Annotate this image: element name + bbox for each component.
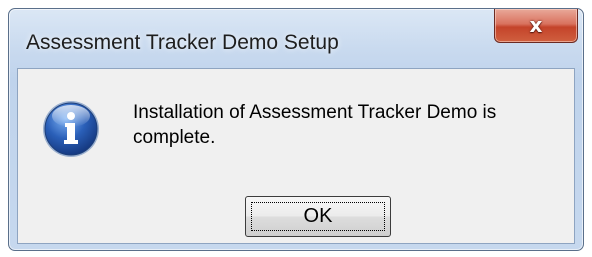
info-icon (43, 101, 99, 157)
setup-dialog-window: Assessment Tracker Demo Setup x Installa… (8, 8, 584, 251)
dialog-body: Installation of Assessment Tracker Demo … (17, 68, 575, 244)
close-icon: x (529, 13, 543, 37)
close-button[interactable]: x (494, 9, 578, 43)
title-bar[interactable]: Assessment Tracker Demo Setup x (9, 9, 583, 69)
ok-button[interactable]: OK (245, 196, 391, 237)
window-title: Assessment Tracker Demo Setup (26, 31, 339, 54)
completion-message: Installation of Assessment Tracker Demo … (133, 102, 497, 148)
ok-button-label: OK (303, 205, 333, 227)
